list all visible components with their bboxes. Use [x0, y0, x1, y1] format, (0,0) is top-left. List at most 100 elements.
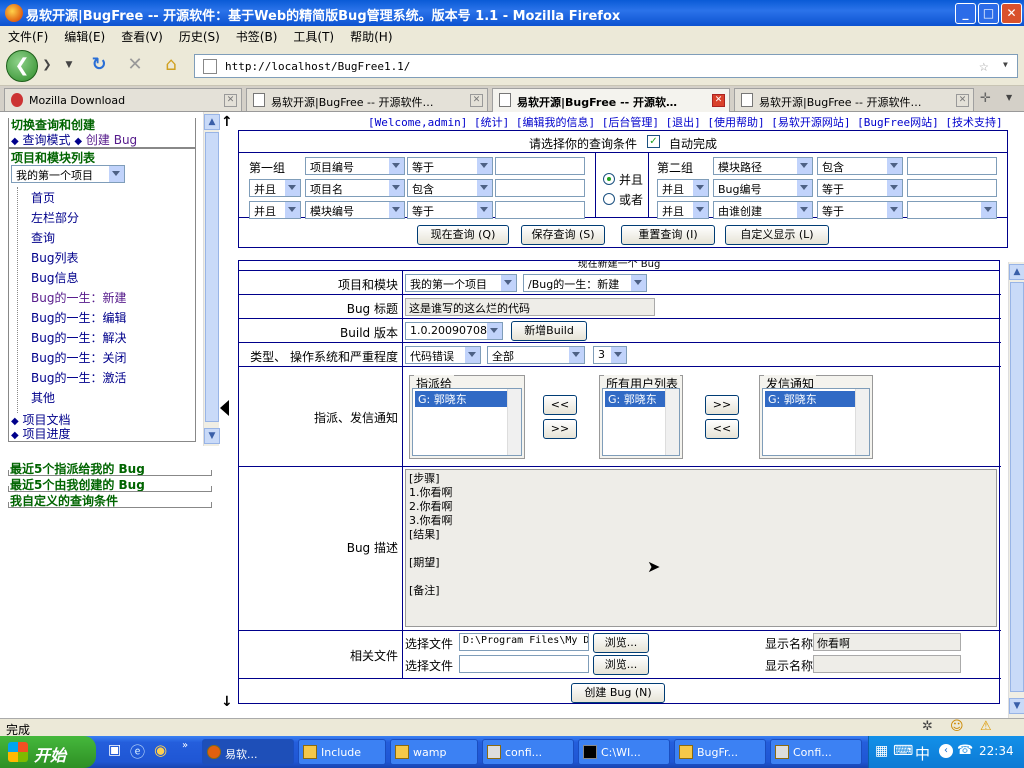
create-bug-button[interactable]: 创建 Bug (N): [571, 683, 665, 703]
tree-item-new[interactable]: Bug的一生：新建: [31, 289, 126, 306]
list-item[interactable]: G: 郭晓东: [415, 391, 511, 407]
g1-field-3[interactable]: 模块编号: [305, 201, 405, 219]
list-scrollbar[interactable]: [665, 389, 679, 455]
list-item[interactable]: G: 郭晓东: [605, 391, 665, 407]
tab-close-icon[interactable]: ✕: [470, 94, 483, 107]
g1-op-3[interactable]: 等于: [407, 201, 493, 219]
and-radio[interactable]: [603, 173, 615, 185]
g2-logic-2[interactable]: 并且: [657, 179, 709, 197]
tree-item-buglist[interactable]: Bug列表: [31, 249, 78, 266]
g1-op-1[interactable]: 等于: [407, 157, 493, 175]
g1-op-2[interactable]: 包含: [407, 179, 493, 197]
gear-icon[interactable]: ✲: [922, 719, 933, 734]
os-select[interactable]: 全部: [487, 346, 585, 364]
browse-button-2[interactable]: 浏览...: [593, 655, 649, 675]
ime-mode[interactable]: 中: [915, 743, 930, 764]
tab-mozilla-download[interactable]: Mozilla Download ✕: [4, 88, 242, 111]
browse-button-1[interactable]: 浏览...: [593, 633, 649, 653]
or-radio[interactable]: [603, 193, 615, 205]
list-scrollbar[interactable]: [507, 389, 521, 455]
list-scrollbar[interactable]: [855, 389, 869, 455]
tree-item-edit[interactable]: Bug的一生：编辑: [31, 309, 126, 326]
task-config-2[interactable]: Confi...: [770, 739, 862, 765]
tab-close-icon[interactable]: ✕: [956, 94, 969, 107]
g2-value-1[interactable]: [907, 157, 997, 175]
home-icon[interactable]: ⌂: [160, 54, 182, 76]
arrow-up-icon[interactable]: ↑: [221, 114, 233, 130]
tab-bugfree-3[interactable]: 易软开源|BugFree -- 开源软件… ✕: [734, 88, 974, 111]
move-left-button-2[interactable]: <<: [705, 419, 739, 439]
file-input-2[interactable]: [459, 655, 589, 673]
tree-item-home[interactable]: 首页: [31, 189, 55, 206]
quicklaunch-more-icon[interactable]: »: [182, 740, 188, 751]
bug-description-textarea[interactable]: [步骤] 1.你看啊 2.你看啊 3.你看啊 [结果] [期望] [备注]: [405, 469, 997, 627]
task-wamp[interactable]: wamp: [390, 739, 478, 765]
left-scrollbar[interactable]: ▲ ▼: [203, 112, 220, 446]
splitter[interactable]: ↑ ↓: [220, 112, 236, 718]
create-bug-link[interactable]: 创建 Bug: [86, 133, 137, 147]
task-include[interactable]: Include: [298, 739, 386, 765]
task-config-1[interactable]: confi...: [482, 739, 574, 765]
g2-field-3[interactable]: 由谁创建: [713, 201, 813, 219]
ime-keyboard-icon[interactable]: ⌨: [893, 743, 913, 759]
display-name-input-2[interactable]: [813, 655, 961, 673]
move-right-button-2[interactable]: >>: [705, 395, 739, 415]
show-desktop-icon[interactable]: ▣: [108, 742, 121, 758]
smiley-icon[interactable]: ☺: [950, 719, 964, 734]
custom-display-button[interactable]: 自定义显示 (L): [725, 225, 829, 245]
task-firefox[interactable]: 易软...: [202, 739, 294, 765]
url-input[interactable]: http://localhost/BugFree1.1/ ☆ ▼: [194, 54, 1018, 78]
tab-close-icon[interactable]: ✕: [224, 94, 237, 107]
new-tab-icon[interactable]: ✛: [980, 91, 991, 106]
page-scrollbar[interactable]: ▲ ▼: [1008, 262, 1024, 718]
bookmark-star-icon[interactable]: ☆: [979, 56, 989, 75]
collapse-left-icon[interactable]: [220, 400, 229, 416]
scroll-thumb[interactable]: [205, 132, 219, 422]
type-select[interactable]: 代码错误: [405, 346, 481, 364]
g2-value-3[interactable]: [907, 201, 997, 219]
ie-icon[interactable]: ⓔ: [130, 741, 145, 762]
tray-expand-icon[interactable]: ‹: [939, 744, 953, 758]
display-name-input-1[interactable]: 你看啊: [813, 633, 961, 651]
stop-icon[interactable]: ✕: [124, 54, 146, 76]
forward-icon[interactable]: ❯: [40, 54, 54, 76]
build-select[interactable]: 1.0.20090708: [405, 322, 503, 340]
file-input-1[interactable]: D:\Program Files\My D: [459, 633, 589, 651]
move-left-button-1[interactable]: <<: [543, 395, 577, 415]
tree-item-resolve[interactable]: Bug的一生：解决: [31, 329, 126, 346]
network-icon[interactable]: ☎: [957, 743, 973, 758]
reload-icon[interactable]: ↻: [88, 54, 110, 76]
g1-logic-3[interactable]: 并且: [249, 201, 301, 219]
g1-value-3[interactable]: [495, 201, 585, 219]
g2-op-2[interactable]: 等于: [817, 179, 903, 197]
g1-field-1[interactable]: 项目编号: [305, 157, 405, 175]
query-mode-link[interactable]: 查询模式: [23, 133, 71, 147]
task-bugfree-folder[interactable]: BugFr...: [674, 739, 766, 765]
scroll-down-icon[interactable]: ▼: [1009, 698, 1024, 714]
query-now-button[interactable]: 现在查询 (Q): [417, 225, 509, 245]
menu-edit[interactable]: 编辑(E): [56, 26, 113, 47]
menu-bookmarks[interactable]: 书签(B): [228, 26, 286, 47]
project-select[interactable]: 我的第一个项目: [11, 165, 125, 183]
g1-field-2[interactable]: 项目名: [305, 179, 405, 197]
menu-tools[interactable]: 工具(T): [285, 26, 342, 47]
media-icon[interactable]: ◉: [154, 741, 167, 759]
tab-bugfree-1[interactable]: 易软开源|BugFree -- 开源软件… ✕: [246, 88, 488, 111]
back-icon[interactable]: ❮: [6, 50, 38, 82]
url-dropdown-icon[interactable]: ▼: [1003, 60, 1008, 69]
tab-bugfree-active[interactable]: 易软开源|BugFree -- 开源软… ✕: [492, 88, 730, 112]
tab-list-icon[interactable]: ▼: [1006, 93, 1012, 102]
save-query-button[interactable]: 保存查询 (S): [521, 225, 605, 245]
minimize-button[interactable]: _: [955, 3, 976, 24]
list-item[interactable]: G: 郭晓东: [765, 391, 861, 407]
g2-op-3[interactable]: 等于: [817, 201, 903, 219]
menu-view[interactable]: 查看(V): [113, 26, 171, 47]
tree-item-activate[interactable]: Bug的一生：激活: [31, 369, 126, 386]
g1-value-2[interactable]: [495, 179, 585, 197]
project-progress-link[interactable]: 项目进度: [23, 427, 71, 441]
menu-help[interactable]: 帮助(H): [342, 26, 400, 47]
start-button[interactable]: 开始: [0, 736, 96, 768]
tree-item-close[interactable]: Bug的一生：关闭: [31, 349, 126, 366]
reset-query-button[interactable]: 重置查询 (I): [621, 225, 715, 245]
task-cmd[interactable]: C:\WI...: [578, 739, 670, 765]
